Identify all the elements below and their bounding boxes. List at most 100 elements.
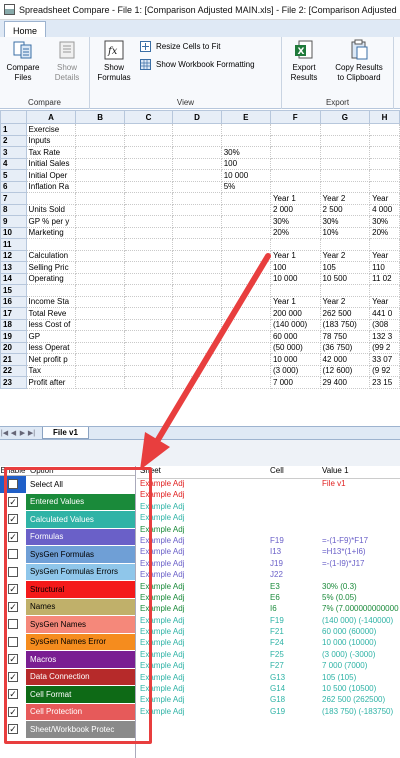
cell-b[interactable]	[75, 295, 125, 308]
result-row[interactable]: Example Adj G14 10 500 (10500)	[137, 684, 400, 695]
first-sheet-icon[interactable]: |◀	[0, 429, 9, 437]
result-row[interactable]: Example Adj	[137, 490, 400, 501]
cell-h[interactable]: 33 07	[369, 353, 400, 366]
cell-e[interactable]	[220, 295, 271, 308]
row-header[interactable]: 7	[0, 192, 27, 205]
result-row[interactable]: Example Adj F24 10 000 (10000)	[137, 638, 400, 649]
cell-g[interactable]	[319, 180, 371, 193]
cell-g[interactable]	[319, 169, 371, 182]
cell-d[interactable]	[172, 249, 222, 262]
cell-g[interactable]: Year 2	[319, 249, 371, 262]
cell-c[interactable]	[123, 238, 174, 251]
cell-b[interactable]	[75, 330, 125, 343]
sheet-tab-file-v1[interactable]: File v1	[42, 427, 89, 439]
row-header[interactable]: 8	[0, 203, 27, 216]
cell-e[interactable]: 5%	[220, 180, 271, 193]
cell-g[interactable]	[319, 123, 371, 136]
column-header[interactable]: E	[220, 110, 271, 124]
cell-a[interactable]: less Cost of	[25, 318, 77, 331]
cell-h[interactable]	[369, 123, 400, 136]
result-row[interactable]: Example Adj File v1	[137, 479, 400, 490]
cell-d[interactable]	[172, 169, 222, 182]
export-results-button[interactable]: X Export Results	[284, 39, 324, 83]
result-row[interactable]: Example Adj	[137, 513, 400, 524]
next-sheet-icon[interactable]: ▶	[18, 429, 27, 437]
cell-f[interactable]: 2 000	[269, 203, 321, 216]
row-header[interactable]: 1	[0, 123, 27, 136]
cell-f[interactable]: Year 1	[269, 192, 321, 205]
cell-e[interactable]	[220, 330, 271, 343]
cell-c[interactable]	[123, 123, 174, 136]
cell-b[interactable]	[75, 215, 125, 228]
cell-d[interactable]	[172, 203, 222, 216]
row-header[interactable]: 4	[0, 157, 27, 170]
cell-g[interactable]: 105	[319, 261, 371, 274]
cell-e[interactable]	[220, 249, 271, 262]
cell-e[interactable]	[220, 134, 271, 147]
cell-b[interactable]	[75, 318, 125, 331]
row-header[interactable]: 6	[0, 180, 27, 193]
cell-f[interactable]: 30%	[269, 215, 321, 228]
cell-c[interactable]	[123, 226, 174, 239]
cell-a[interactable]: Tax	[25, 364, 77, 377]
cell-h[interactable]: 23 15	[369, 376, 400, 389]
cell-e[interactable]: 100	[220, 157, 271, 170]
row-header[interactable]: 17	[0, 307, 27, 320]
row-header[interactable]: 11	[0, 238, 27, 251]
column-header[interactable]: G	[319, 110, 371, 124]
compare-files-button[interactable]: Compare Files	[4, 39, 42, 83]
cell-c[interactable]	[123, 249, 174, 262]
result-row[interactable]: Example Adj	[137, 525, 400, 536]
cell-a[interactable]: Profit after	[25, 376, 77, 389]
cell-h[interactable]	[369, 284, 400, 297]
cell-f[interactable]: 10 000	[269, 353, 321, 366]
cell-d[interactable]	[172, 330, 222, 343]
cell-d[interactable]	[172, 364, 222, 377]
cell-b[interactable]	[75, 226, 125, 239]
column-header[interactable]: D	[172, 110, 222, 124]
cell-f[interactable]: (3 000)	[269, 364, 321, 377]
cell-c[interactable]	[123, 169, 174, 182]
cell-b[interactable]	[75, 203, 125, 216]
column-header[interactable]: F	[269, 110, 321, 124]
cell-a[interactable]: Operating	[25, 272, 77, 285]
row-header[interactable]: 16	[0, 295, 27, 308]
cell-a[interactable]: GP	[25, 330, 77, 343]
cell-e[interactable]	[220, 376, 271, 389]
cell-g[interactable]	[319, 238, 371, 251]
cell-f[interactable]: (50 000)	[269, 341, 321, 354]
cell-b[interactable]	[75, 284, 125, 297]
cell-c[interactable]	[123, 364, 174, 377]
cell-b[interactable]	[75, 272, 125, 285]
cell-h[interactable]	[369, 146, 400, 159]
cell-h[interactable]: Year	[369, 192, 400, 205]
result-row[interactable]: Example Adj	[137, 502, 400, 513]
row-header[interactable]: 12	[0, 249, 27, 262]
cell-d[interactable]	[172, 272, 222, 285]
cell-d[interactable]	[172, 192, 222, 205]
cell-e[interactable]: 10 000	[220, 169, 271, 182]
cell-g[interactable]: 30%	[319, 215, 371, 228]
prev-sheet-icon[interactable]: ◀	[9, 429, 18, 437]
cell-a[interactable]: Total Reve	[25, 307, 77, 320]
cell-f[interactable]: (140 000)	[269, 318, 321, 331]
show-workbook-formatting-button[interactable]: Show Workbook Formatting	[140, 59, 255, 70]
cell-e[interactable]	[220, 284, 271, 297]
cell-a[interactable]: Inflation Ra	[25, 180, 77, 193]
result-row[interactable]: Example Adj J19 =-(1-I9)*J17	[137, 559, 400, 570]
column-header[interactable]: H	[369, 110, 400, 124]
row-header[interactable]: 18	[0, 318, 27, 331]
result-row[interactable]: Example Adj I13 =H13*(1+I6)	[137, 547, 400, 558]
result-row[interactable]: Example Adj I6 7% (7.000000000000	[137, 604, 400, 615]
cell-b[interactable]	[75, 249, 125, 262]
cell-d[interactable]	[172, 134, 222, 147]
cell-a[interactable]: Net profit p	[25, 353, 77, 366]
cell-d[interactable]	[172, 376, 222, 389]
cell-e[interactable]: 30%	[220, 146, 271, 159]
column-header[interactable]: B	[75, 110, 125, 124]
cell-g[interactable]: 2 500	[319, 203, 371, 216]
row-header[interactable]: 9	[0, 215, 27, 228]
result-row[interactable]: Example Adj F21 60 000 (60000)	[137, 627, 400, 638]
cell-g[interactable]	[319, 157, 371, 170]
cell-a[interactable]	[25, 238, 77, 251]
